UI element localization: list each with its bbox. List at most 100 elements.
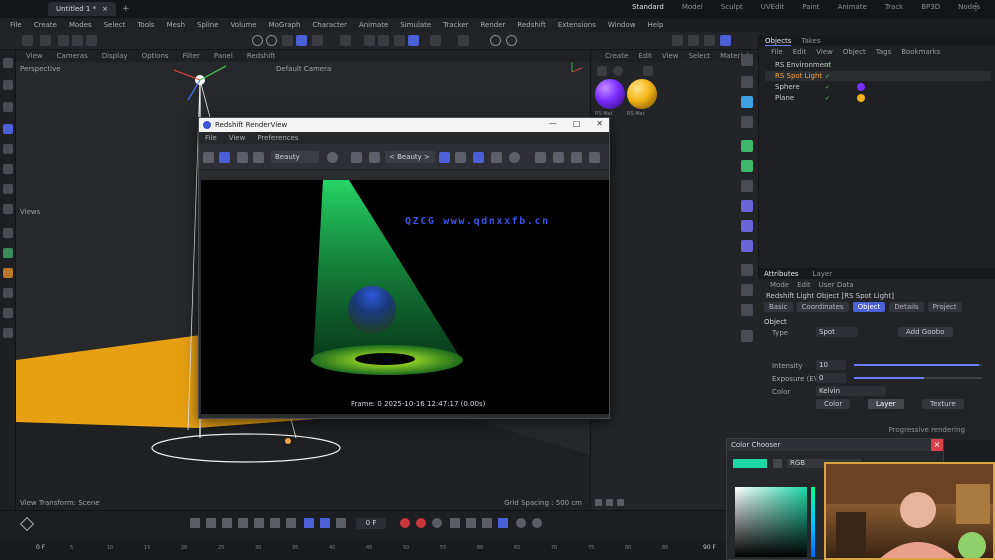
rt-icon[interactable] — [253, 152, 264, 163]
object-row-environment[interactable]: RS Environment ✓ — [765, 60, 990, 70]
more-options-icon[interactable]: ⋮ — [971, 2, 981, 13]
keyframe-icon[interactable] — [19, 516, 35, 532]
render-window-titlebar[interactable]: Redshift RenderView — □ ✕ — [199, 118, 609, 132]
menu-tracker[interactable]: Tracker — [443, 21, 468, 29]
character-icon[interactable] — [741, 240, 753, 252]
grid-view-icon[interactable] — [455, 152, 466, 163]
undo-icon[interactable] — [22, 35, 33, 46]
obj-menu-object[interactable]: Object — [843, 48, 866, 56]
gizmo-x-axis[interactable] — [173, 69, 201, 81]
rw-menu-preferences[interactable]: Preferences — [257, 134, 298, 142]
redshift-renderview-icon[interactable] — [720, 35, 731, 46]
tab-attributes[interactable]: Attributes — [764, 270, 799, 278]
history-icon[interactable] — [589, 152, 600, 163]
attr-menu-edit[interactable]: Edit — [797, 281, 811, 289]
move-icon[interactable] — [3, 124, 13, 134]
menu-help[interactable]: Help — [647, 21, 663, 29]
param-key-icon[interactable] — [498, 518, 508, 528]
object-row-sphere[interactable]: Sphere ✓ — [765, 82, 990, 92]
material-menu-select[interactable]: Select — [688, 52, 710, 60]
field-icon[interactable] — [741, 200, 753, 212]
axis-x-icon[interactable] — [58, 35, 69, 46]
previous-frame-icon[interactable] — [222, 518, 232, 528]
close-icon[interactable]: × — [931, 439, 943, 451]
visibility-check-icon[interactable]: ✓ — [825, 62, 830, 69]
material-tag-icon[interactable] — [857, 94, 865, 102]
menu-select[interactable]: Select — [104, 21, 126, 29]
material-menu-view[interactable]: View — [662, 52, 679, 60]
next-key-icon[interactable] — [270, 518, 280, 528]
texture-button[interactable]: Texture — [922, 399, 964, 409]
cube-icon[interactable] — [282, 35, 293, 46]
preview-button[interactable]: Add Goobo — [898, 327, 953, 337]
crop-icon[interactable] — [369, 152, 380, 163]
attr-menu-mode[interactable]: Mode — [770, 281, 789, 289]
intensity-slider[interactable] — [854, 364, 982, 366]
menu-spline[interactable]: Spline — [197, 21, 219, 29]
subtab-coordinates[interactable]: Coordinates — [796, 302, 849, 312]
current-frame-field[interactable]: 0 F — [356, 518, 386, 529]
spline-pen-icon[interactable] — [741, 220, 753, 232]
exposure-icon[interactable] — [509, 152, 520, 163]
aov-mode-dropdown[interactable]: Beauty — [271, 151, 319, 163]
light-icon[interactable] — [741, 304, 753, 316]
menu-animate[interactable]: Animate — [359, 21, 388, 29]
square-icon[interactable] — [741, 76, 753, 88]
search-icon[interactable] — [3, 58, 13, 68]
subtab-project[interactable]: Project — [927, 302, 962, 312]
menu-window[interactable]: Window — [608, 21, 636, 29]
minimize-icon[interactable]: — — [549, 119, 557, 128]
menu-create[interactable]: Create — [34, 21, 57, 29]
current-color-swatch[interactable] — [733, 459, 767, 468]
visibility-check-icon[interactable]: ✓ — [825, 73, 830, 80]
knife-icon[interactable] — [3, 204, 13, 214]
cloner-icon[interactable] — [741, 160, 753, 172]
line-icon[interactable] — [3, 288, 13, 298]
clapper-icon[interactable] — [203, 152, 214, 163]
menu-mograph[interactable]: MoGraph — [269, 21, 301, 29]
keyframe-selection-icon[interactable] — [432, 518, 442, 528]
material-filter-icon[interactable] — [613, 66, 623, 76]
layer-button[interactable]: Layer — [868, 399, 904, 409]
edges-mode-icon[interactable] — [340, 35, 351, 46]
deformer-icon[interactable] — [741, 180, 753, 192]
move-tool-2-icon[interactable] — [741, 54, 753, 66]
timeline-ruler[interactable]: 0 F 90 F 5 10 15 20 25 30 35 40 45 50 55 60 65 70 75 80… — [0, 541, 726, 560]
obj-menu-edit[interactable]: Edit — [793, 48, 807, 56]
menu-volume[interactable]: Volume — [231, 21, 257, 29]
aov-selector-dropdown[interactable]: < Beauty > — [385, 151, 435, 163]
transform-icon[interactable] — [3, 184, 13, 194]
tab-takes[interactable]: Takes — [801, 37, 820, 45]
material-thumbnail-yellow[interactable] — [627, 79, 657, 109]
cube-primitive-icon[interactable] — [741, 96, 753, 108]
rw-menu-view[interactable]: View — [229, 134, 246, 142]
menu-mesh[interactable]: Mesh — [167, 21, 185, 29]
layout-animate[interactable]: Animate — [838, 3, 867, 11]
move-tool-icon[interactable] — [40, 35, 51, 46]
refresh-icon[interactable] — [237, 152, 248, 163]
points-mode-icon[interactable] — [312, 35, 323, 46]
close-window-icon[interactable]: ✕ — [596, 119, 603, 128]
obj-menu-bookmarks[interactable]: Bookmarks — [901, 48, 940, 56]
redshift-material-icon[interactable] — [704, 35, 715, 46]
bokeh-icon[interactable] — [491, 152, 502, 163]
obj-menu-file[interactable]: File — [771, 48, 783, 56]
material-tag-icon[interactable] — [857, 83, 865, 91]
color-mode-dropdown[interactable]: Kelvin — [816, 386, 886, 396]
footer-icon-3[interactable] — [617, 499, 624, 506]
color-ball-icon[interactable] — [327, 152, 338, 163]
generator-icon[interactable] — [741, 140, 753, 152]
select-icon[interactable] — [3, 102, 13, 112]
obj-menu-tags[interactable]: Tags — [876, 48, 892, 56]
material-menu-create[interactable]: Create — [605, 52, 628, 60]
bucket-icon[interactable] — [439, 152, 450, 163]
denoise-icon[interactable] — [473, 152, 484, 163]
axis-z-icon[interactable] — [86, 35, 97, 46]
render-region-icon[interactable] — [252, 35, 263, 46]
loop-icon[interactable] — [304, 518, 314, 528]
pick-icon[interactable] — [571, 152, 582, 163]
document-tab[interactable]: Untitled 1 * × — [48, 2, 116, 16]
material-thumbnail-purple[interactable] — [595, 79, 625, 109]
brush-tool-icon[interactable] — [741, 330, 753, 342]
layout-model[interactable]: Model — [682, 3, 703, 11]
